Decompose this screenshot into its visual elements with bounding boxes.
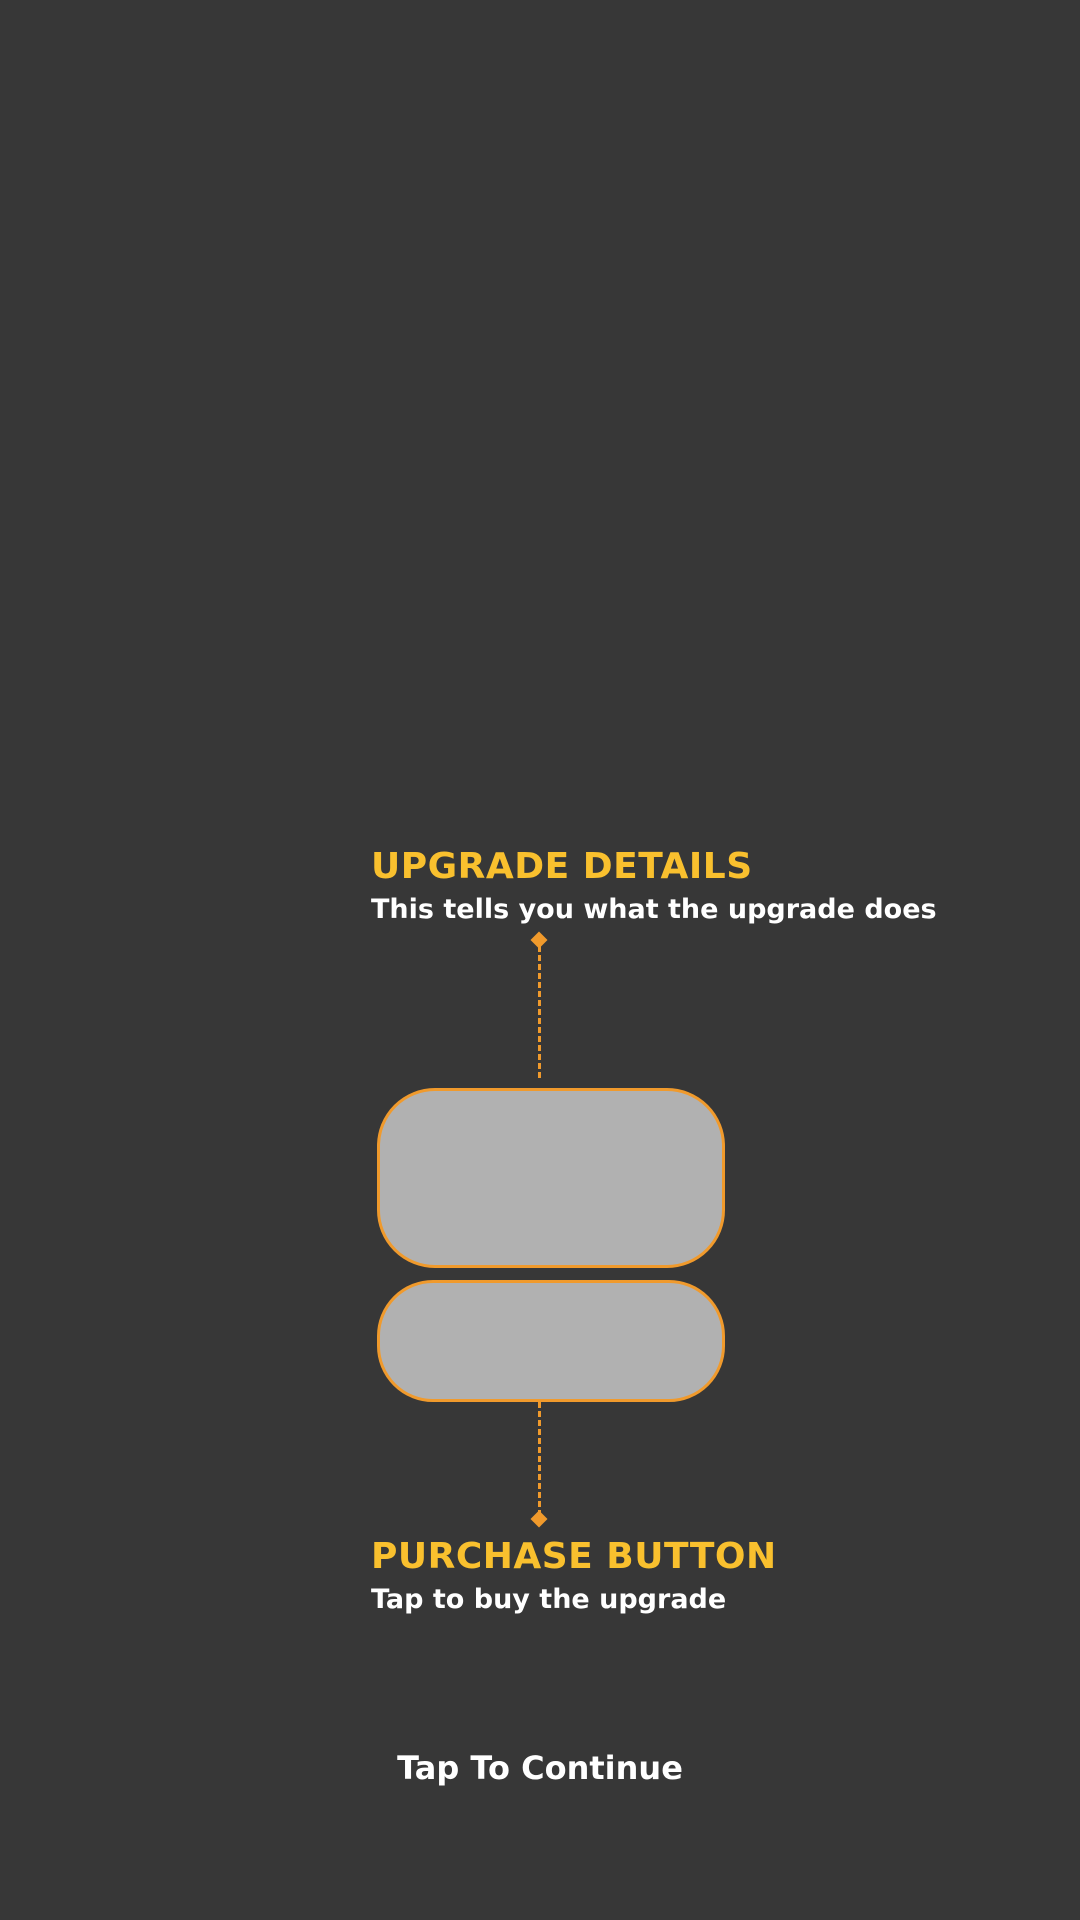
upgrade-details-panel [377, 1088, 725, 1268]
diamond-marker-icon [530, 1510, 548, 1528]
dashed-connector-line [538, 1402, 541, 1516]
tutorial-overlay[interactable]: UPGRADE DETAILS This tells you what the … [0, 0, 1080, 1920]
dashed-connector-line [538, 946, 541, 1078]
upgrade-details-title: UPGRADE DETAILS [371, 846, 753, 887]
purchase-button-title: PURCHASE BUTTON [371, 1536, 777, 1577]
purchase-button[interactable] [377, 1280, 725, 1402]
upgrade-details-description: This tells you what the upgrade does [371, 894, 937, 925]
tap-to-continue-prompt[interactable]: Tap To Continue [0, 1752, 1080, 1784]
purchase-button-description: Tap to buy the upgrade [371, 1584, 727, 1615]
